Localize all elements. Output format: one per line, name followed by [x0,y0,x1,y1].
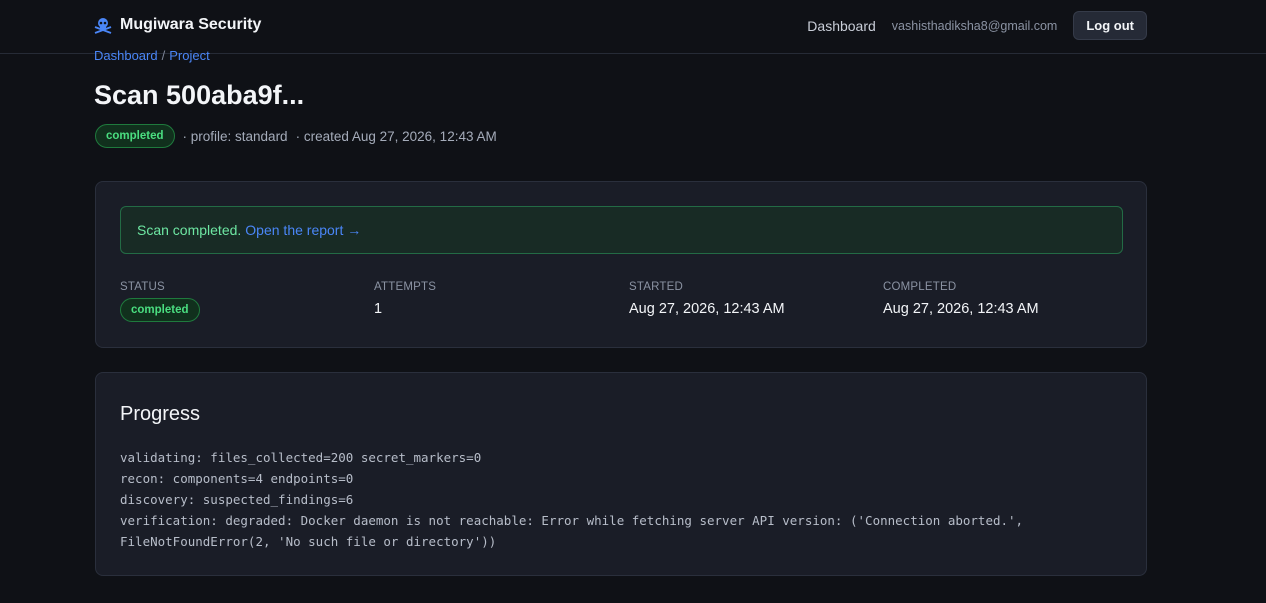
stat-attempts: ATTEMPTS 1 [374,281,436,317]
brand-name: Mugiwara Security [120,16,262,33]
scan-status-card: Scan completed. Open the report → STATUS… [95,181,1147,348]
log-line: FileNotFoundError(2, 'No such file or di… [120,534,497,549]
stat-label: STARTED [629,281,684,293]
success-alert: Scan completed. Open the report → [120,206,1123,254]
stat-label: ATTEMPTS [374,281,437,293]
scan-created: · created Aug 27, 2026, 12:43 AM [295,128,497,144]
breadcrumb-separator: / [161,48,166,63]
stat-status: STATUS completed [120,281,200,322]
log-line: discovery: suspected_findings=6 [120,492,354,507]
user-email: vashisthadiksha8@gmail.com [891,18,1058,33]
stat-started: STARTED Aug 27, 2026, 12:43 AM [629,281,785,317]
log-line: recon: components=4 endpoints=0 [120,471,354,486]
progress-card: Progress validating: files_collected=200… [95,372,1147,576]
top-nav-bar: Mugiwara Security Dashboard vashisthadik… [0,0,1266,54]
progress-title: Progress [120,403,201,425]
log-line: validating: files_collected=200 secret_m… [120,450,482,465]
stat-completed: COMPLETED Aug 27, 2026, 12:43 AM [883,281,1039,317]
breadcrumb-dashboard[interactable]: Dashboard [94,48,158,63]
stat-label: STATUS [120,281,165,293]
nav-link-dashboard[interactable]: Dashboard [807,18,876,34]
progress-log: validating: files_collected=200 secret_m… [120,447,1120,552]
log-line: verification: degraded: Docker daemon is… [120,513,1024,528]
scan-profile: · profile: standard [182,128,288,144]
stat-label: COMPLETED [883,281,957,293]
stat-value: 1 [374,301,383,317]
status-badge: completed [120,298,200,322]
page-title: Scan 500aba9f... [94,80,305,110]
breadcrumb: Dashboard / Project [94,48,210,63]
stat-value: Aug 27, 2026, 12:43 AM [883,301,1039,317]
brand[interactable]: Mugiwara Security [94,16,261,34]
skull-crossbones-icon [94,16,112,34]
alert-message: Scan completed. [137,222,242,238]
status-badge: completed [95,124,175,148]
nav-right: Dashboard vashisthadiksha8@gmail.com Log… [807,11,1147,40]
open-report-link[interactable]: Open the report → [245,222,361,238]
scan-meta: completed · profile: standard · created … [95,124,497,148]
logout-button[interactable]: Log out [1073,11,1147,40]
breadcrumb-project[interactable]: Project [169,48,209,63]
stat-value: Aug 27, 2026, 12:43 AM [629,301,785,317]
